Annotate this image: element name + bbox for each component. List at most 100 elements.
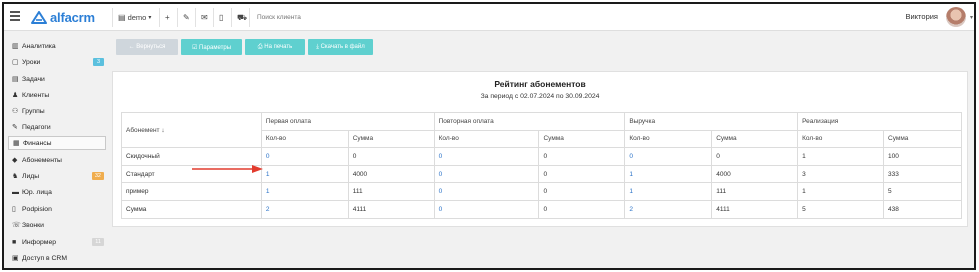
sidebar-item-label: Уроки (22, 58, 41, 66)
table-cell: 0 (538, 147, 626, 166)
table-cell: 1 (797, 147, 884, 166)
phone-button[interactable]: ▯ (219, 11, 223, 24)
sidebar-item[interactable]: ▥ Аналитика (8, 39, 106, 53)
app-window: alfacrm ▤ demo ▾ + ✎ ✉ ▯ ⛟ Виктория ▾ ▥А… (2, 2, 976, 270)
table-cell: 0 (711, 147, 799, 166)
table-cell: 5 (883, 182, 962, 201)
table-cell: 111 (347, 182, 435, 201)
avatar[interactable] (946, 7, 966, 27)
count-link[interactable]: 2 (624, 199, 713, 219)
count-link[interactable]: 0 (433, 182, 540, 201)
sidebar-item-label: Финансы (23, 139, 52, 147)
phone-icon: ▯ (219, 13, 224, 22)
column-header: Сумма (711, 129, 799, 149)
sidebar-item[interactable]: ♟ Клиенты (8, 88, 106, 102)
chevron-down-icon[interactable]: ▾ (970, 14, 973, 21)
mail-icon: ✉ (201, 13, 208, 22)
sidebar-item[interactable]: ▣ Доступ в CRM (8, 251, 106, 265)
logo-text: alfacrm (50, 9, 95, 25)
phone-icon: ☏ (12, 222, 21, 229)
column-header: Кол-во (797, 129, 884, 149)
client-icon: ♟ (12, 92, 19, 99)
parameters-button[interactable]: ☑ Параметры (181, 39, 242, 55)
sidebar-item-label: Группы (22, 107, 45, 115)
table-cell: 0 (347, 147, 435, 166)
group-header: Первая оплата (260, 112, 435, 131)
sidebar-item-label: Доступ в CRM (22, 254, 67, 262)
report-panel: Рейтинг абонементов За период с 02.07.20… (112, 71, 968, 227)
column-header: Сумма (883, 129, 962, 149)
table-cell: 100 (883, 147, 962, 166)
count-link[interactable]: 1 (260, 164, 349, 184)
report-period: За период с 02.07.2024 по 30.09.2024 (480, 93, 600, 100)
download-button[interactable]: ⤓ Скачать в файл (308, 39, 373, 55)
sidebar-item[interactable]: ♞ Лиды 32 (8, 169, 106, 183)
cart-button[interactable]: ⛟ (237, 11, 247, 24)
group-header: Повторная оплата (433, 112, 626, 131)
legal-entity-icon: ▬ (12, 188, 19, 196)
sidebar-item-label: Задачи (22, 75, 45, 83)
sidebar-item[interactable]: ☏ Звонки (8, 218, 106, 232)
branch-selector[interactable]: ▤ demo ▾ (118, 11, 151, 24)
divider (177, 8, 178, 27)
column-header: Кол-во (433, 129, 540, 149)
cart-icon: ⛟ (237, 12, 248, 22)
sidebar-item-label: Podpisіon (22, 205, 52, 213)
count-badge: 32 (91, 172, 104, 180)
subscription-name: пример (121, 182, 262, 201)
building-icon: ▤ (118, 13, 126, 22)
leads-icon: ♞ (12, 173, 19, 180)
sidebar-item[interactable]: ■ Информер 11 (8, 235, 106, 249)
count-link[interactable]: 0 (260, 147, 349, 166)
analytics-icon: ▥ (12, 43, 19, 50)
count-link[interactable]: 0 (433, 199, 540, 219)
sidebar-item[interactable]: ⚇ Группы (8, 104, 106, 118)
table-cell: 333 (883, 164, 962, 184)
sidebar-item[interactable]: ▦ Финансы (8, 136, 106, 150)
column-header-subscription[interactable]: Абонемент ↓ (121, 111, 262, 149)
sidebar-item-label: Звонки (22, 221, 44, 229)
print-button[interactable]: ⎙ На печать (245, 39, 305, 55)
sidebar-item-label: Клиенты (22, 91, 50, 99)
count-link[interactable]: 0 (433, 164, 540, 184)
count-link[interactable]: 1 (624, 164, 713, 184)
mail-button[interactable]: ✉ (201, 11, 208, 24)
back-button[interactable]: ← Вернуться (116, 39, 178, 55)
count-link[interactable]: 2 (260, 199, 349, 219)
table-header-row: Абонемент ↓ Первая оплата Повторная опла… (121, 111, 962, 149)
calendar-icon: ▢ (12, 59, 19, 66)
subscription-name: Сумма (121, 199, 262, 219)
logo[interactable]: alfacrm (31, 9, 95, 25)
sidebar-item-label: Абонементы (22, 156, 62, 164)
top-bar: alfacrm ▤ demo ▾ + ✎ ✉ ▯ ⛟ Виктория ▾ (4, 4, 974, 31)
sidebar-item[interactable]: ▤ Задачи (8, 72, 106, 86)
sidebar-item-label: Лиды (22, 172, 40, 180)
tools-button[interactable]: ✎ (183, 11, 190, 24)
search-input[interactable] (254, 10, 414, 25)
sidebar-item[interactable]: ◆ Абонементы (8, 153, 106, 167)
count-link[interactable]: 1 (624, 182, 713, 201)
pin-icon: ✎ (183, 13, 190, 22)
sidebar-item[interactable]: ✎ Педагоги (8, 120, 106, 134)
table-cell: 5 (797, 199, 884, 219)
menu-icon[interactable] (10, 11, 20, 22)
divider (159, 8, 160, 27)
sidebar-item[interactable]: ▯ Podpisіon (8, 202, 106, 216)
document-icon: ▯ (12, 206, 16, 213)
divider (249, 8, 250, 27)
column-header: Кол-во (260, 129, 349, 149)
user-name[interactable]: Виктория (905, 12, 938, 21)
logo-mark-icon (31, 10, 47, 24)
count-link[interactable]: 0 (624, 147, 713, 166)
count-link[interactable]: 0 (433, 147, 540, 166)
red-arrow-annotation (192, 165, 263, 173)
table-cell: 4111 (711, 199, 799, 219)
sidebar-item[interactable]: ▬ Юр. лица (8, 185, 106, 199)
add-button[interactable]: + (165, 11, 170, 24)
sidebar: ▥ Аналитика ▢ Уроки 3 ▤ Задачи ♟ Клиенты ⚇ Группы ✎… (4, 32, 108, 268)
table-cell: 4000 (347, 164, 435, 184)
count-badge: 3 (93, 58, 104, 66)
count-link[interactable]: 1 (260, 182, 349, 201)
sidebar-item[interactable]: ▢ Уроки 3 (8, 55, 106, 69)
sidebar-item-label: Аналитика (22, 42, 56, 50)
